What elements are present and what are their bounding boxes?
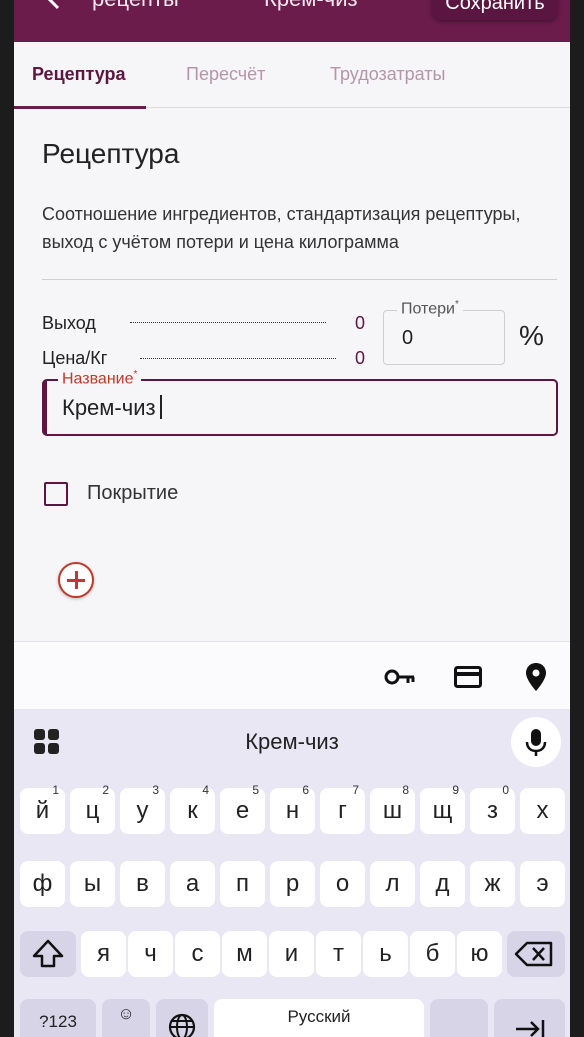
credit-card-icon[interactable] [454,666,482,688]
divider [42,279,557,280]
text-caret [160,395,162,419]
key[interactable]: у3 [120,784,165,834]
section-title: Рецептура [42,138,180,169]
microphone-button[interactable] [511,717,561,767]
tab-recalculation[interactable]: Пересчёт [186,64,265,85]
key[interactable]: з0 [470,784,515,834]
back-arrow-icon[interactable] [44,0,66,10]
key[interactable]: о [320,861,365,907]
key[interactable]: б [410,931,455,977]
keyboard-suggestion[interactable]: Крем-чиз [14,729,570,755]
name-value: Крем-чиз [62,395,156,420]
key[interactable]: ж [470,861,515,907]
tab-bar: Рецептура Пересчёт Трудозатраты [14,42,570,109]
coating-checkbox-label[interactable]: Покрытие [87,482,178,505]
key[interactable]: э [520,861,565,907]
app-bar: рецепты Крем-чиз Сохранить [14,0,570,42]
coating-checkbox[interactable] [44,482,68,506]
symbols-key[interactable]: ?123 [20,999,96,1037]
key[interactable]: ш8 [370,784,415,834]
yield-leader-dots [130,322,326,323]
key[interactable]: п [220,861,265,907]
emoji-icon: ☺ [117,1004,135,1023]
space-bar[interactable]: Русский [214,999,424,1037]
key[interactable]: ф [20,861,65,907]
key-icon[interactable] [384,667,416,687]
location-pin-icon[interactable] [525,662,547,692]
key[interactable]: г7 [320,784,365,834]
key[interactable]: щ9 [420,784,465,834]
key[interactable]: ы [70,861,115,907]
app-bar-title: Крем-чиз [264,0,358,10]
price-per-kg-value: 0 [355,348,366,368]
name-label: Название* [58,369,142,389]
tab-labor-costs[interactable]: Трудозатраты [330,64,445,85]
soft-keyboard: Крем-чиз й1 ц2 у3 к4 е5 н6 г7 ш8 щ9 з0 х… [14,709,570,1037]
key[interactable]: е5 [220,784,265,834]
key[interactable]: в [120,861,165,907]
enter-key[interactable] [494,999,565,1037]
key[interactable]: и [269,931,314,977]
key[interactable]: н6 [270,784,315,834]
key[interactable]: с [175,931,220,977]
autofill-bar [14,641,570,709]
key[interactable]: к4 [170,784,215,834]
language-key[interactable] [156,999,208,1037]
key[interactable]: ю [457,931,502,977]
key[interactable]: й1 [20,784,65,834]
tab-recipe[interactable]: Рецептура [32,64,126,85]
key[interactable]: я [81,931,126,977]
key[interactable]: ь [363,931,408,977]
percent-unit: % [519,320,544,351]
shift-arrow-icon [32,939,64,968]
period-key[interactable] [430,999,488,1037]
section-description: Соотношение ингредиентов, стандартизация… [42,204,521,252]
backspace-key[interactable] [507,931,565,977]
yield-label: Выход [42,313,96,333]
loss-label: Потери* [397,299,463,319]
app-screen: рецепты Крем-чиз Сохранить Рецептура Пер… [14,0,570,1037]
back-label[interactable]: рецепты [92,0,179,10]
key[interactable]: ц2 [70,784,115,834]
key[interactable]: т [316,931,361,977]
key[interactable]: ч [128,931,173,977]
emoji-key[interactable]: ☺ [102,999,150,1037]
add-ingredient-button[interactable] [58,562,94,598]
next-arrow-icon [516,1020,545,1037]
price-per-kg-label: Цена/Кг [42,348,108,368]
active-tab-indicator [14,106,146,109]
shift-key[interactable] [20,931,76,977]
save-button[interactable]: Сохранить [432,0,558,20]
microphone-icon [525,729,547,756]
globe-icon [168,1013,196,1037]
price-leader-dots [140,358,336,359]
key[interactable]: а [170,861,215,907]
backspace-icon [514,941,553,967]
key[interactable]: х [520,788,565,834]
loss-value: 0 [402,327,414,349]
key[interactable]: р [270,861,315,907]
key[interactable]: л [370,861,415,907]
key[interactable]: д [420,861,465,907]
yield-value: 0 [355,313,366,333]
key[interactable]: м [222,931,267,977]
